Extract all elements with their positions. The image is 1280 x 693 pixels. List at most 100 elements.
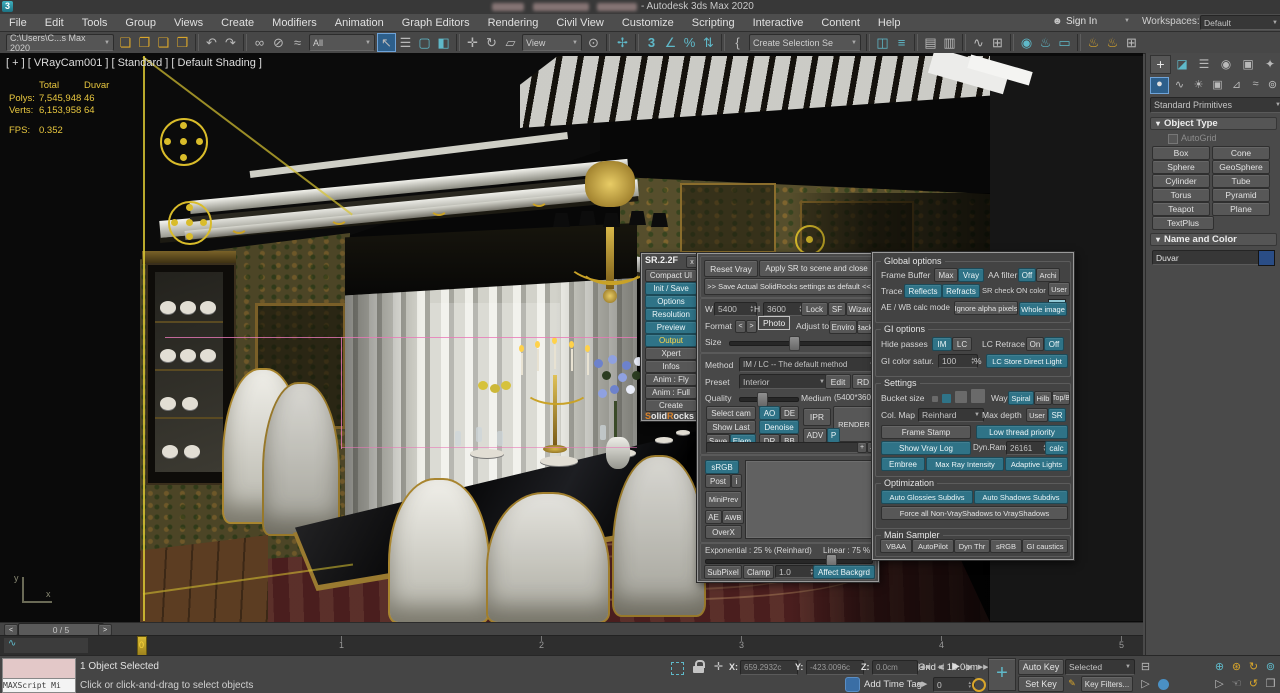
undo-icon[interactable]: ↶ <box>202 33 221 52</box>
quality-slider-handle[interactable] <box>757 392 768 407</box>
project-folder-dropdown[interactable]: C:\Users\C...s Max 2020 ▼ <box>6 34 114 51</box>
select-and-manipulate-icon[interactable]: ✢ <box>613 33 632 52</box>
auto-shadows-button[interactable]: Auto Shadows Subdivs <box>974 490 1068 504</box>
col-map-dropdown[interactable]: Reinhard▼ <box>918 408 984 422</box>
clamp-value-field[interactable]: 1.0▴▾ <box>775 565 817 578</box>
mirror-icon[interactable]: ◫ <box>873 33 892 52</box>
edit-named-selection-sets-icon[interactable]: { <box>728 33 747 52</box>
object-name-field[interactable]: Duvar <box>1152 250 1260 265</box>
sign-in-caret-icon[interactable]: ▼ <box>1124 18 1130 24</box>
next-frame-icon[interactable]: |▶ <box>963 660 975 675</box>
menu-interactive[interactable]: Interactive <box>744 17 813 29</box>
width-spinner[interactable]: ▴▾ <box>750 305 753 313</box>
reference-coordinate-dropdown[interactable]: View ▼ <box>522 34 582 51</box>
menu-tools[interactable]: Tools <box>73 17 117 29</box>
viewport-menu-plus[interactable]: [ + ] <box>6 57 25 69</box>
create-torus-button[interactable]: Torus <box>1152 188 1210 202</box>
category-systems-icon[interactable]: ⊚ <box>1264 78 1280 92</box>
tab-display[interactable]: ▣ <box>1239 57 1257 72</box>
post-button[interactable]: Post <box>705 474 731 488</box>
frame-spinner[interactable]: ▴▾ <box>968 681 971 689</box>
render-production-icon[interactable]: ♨ <box>1084 33 1103 52</box>
create-pyramid-button[interactable]: Pyramid <box>1212 188 1270 202</box>
max-depth-user-button[interactable]: User <box>1026 408 1048 422</box>
de-button[interactable]: DE <box>780 406 799 420</box>
title-bar[interactable]: 3 - Autodesk 3ds Max 2020 <box>0 0 1280 14</box>
dyn-thr-button[interactable]: Dyn Thr <box>954 539 990 553</box>
spinner-snap-icon[interactable]: ⇅ <box>699 33 718 52</box>
ao-button[interactable]: AO <box>759 406 780 420</box>
format-prev-button[interactable]: < <box>735 320 746 333</box>
category-geometry-icon[interactable]: ● <box>1150 77 1169 94</box>
create-sphere-button[interactable]: Sphere <box>1152 160 1210 174</box>
ipr-button[interactable]: IPR <box>803 408 831 426</box>
calc-button[interactable]: calc <box>1045 441 1068 455</box>
gi-color-field[interactable]: 100▴▾ <box>938 354 978 368</box>
create-tube-button[interactable]: Tube <box>1212 174 1270 188</box>
hide-passes-lc-button[interactable]: LC <box>952 337 972 351</box>
key-filters-icon[interactable]: ✎ <box>1065 676 1079 691</box>
absolute-transform-icon[interactable]: ✛ <box>711 660 726 675</box>
menu-modifiers[interactable]: Modifiers <box>263 17 326 29</box>
add-time-tag-icon[interactable] <box>845 677 860 692</box>
key-filters-button[interactable]: Key Filters... <box>1081 676 1133 692</box>
create-geosphere-button[interactable]: GeoSphere <box>1212 160 1270 174</box>
max-ray-intensity-button[interactable]: Max Ray Intensity <box>926 457 1004 471</box>
rectangular-selection-region-icon[interactable]: ▢ <box>415 33 434 52</box>
category-spacewarps-icon[interactable]: ≈ <box>1247 78 1264 92</box>
max-depth-sr-button[interactable]: SR <box>1048 408 1066 422</box>
affect-backgrd-button[interactable]: Affect Backgrd <box>813 565 875 579</box>
snap-toggle-icon[interactable]: 3 <box>642 33 661 52</box>
miniprev-button[interactable]: MiniPrev <box>705 491 742 508</box>
orbit-icon[interactable]: ↺ <box>1246 677 1261 692</box>
force-vrayshadows-button[interactable]: Force all Non-VrayShadows to VrayShadows <box>881 506 1068 520</box>
clamp-button[interactable]: Clamp <box>743 565 774 579</box>
preset-dropdown[interactable]: Interior▼ <box>739 374 829 389</box>
object-type-rollout[interactable]: ▾ Object Type <box>1150 117 1277 130</box>
viewport-menu-standard[interactable]: [ Standard ] <box>111 57 168 69</box>
category-dropdown[interactable]: Standard Primitives ▼ <box>1150 97 1280 113</box>
adaptive-lights-button[interactable]: Adaptive Lights <box>1005 457 1068 471</box>
viewport-menu-camera[interactable]: [ VRayCam001 ] <box>28 57 109 69</box>
sr-preview-button[interactable]: Preview <box>645 321 697 334</box>
lc-retrace-off-button[interactable]: Off <box>1044 337 1064 351</box>
render-iterative-icon[interactable]: ♨ <box>1103 33 1122 52</box>
category-cameras-icon[interactable]: ▣ <box>1209 78 1226 92</box>
selection-filter-dropdown[interactable]: All ▼ <box>309 34 375 51</box>
curve-editor-icon[interactable]: ∿ <box>969 33 988 52</box>
x-coord-field[interactable]: 659.2932c <box>740 660 798 675</box>
save-file-icon[interactable]: ❑ <box>154 33 173 52</box>
size-slider[interactable] <box>729 341 873 346</box>
named-selection-set-dropdown[interactable]: Create Selection Se ▼ <box>749 34 861 51</box>
percent-snap-icon[interactable]: % <box>680 33 699 52</box>
use-center-icon[interactable]: ⊙ <box>584 33 603 52</box>
embree-button[interactable]: Embree <box>881 457 925 471</box>
unlink-selection-icon[interactable]: ⊘ <box>269 33 288 52</box>
method-dropdown[interactable]: IM / LC -- The default method▼ <box>739 357 879 372</box>
select-and-rotate-icon[interactable]: ↻ <box>482 33 501 52</box>
menu-animation[interactable]: Animation <box>326 17 393 29</box>
redo-icon[interactable]: ↷ <box>221 33 240 52</box>
tab-modify[interactable]: ◪ <box>1173 57 1191 72</box>
material-editor-icon[interactable]: ◉ <box>1017 33 1036 52</box>
tab-create[interactable]: + <box>1150 55 1171 74</box>
bind-to-space-warp-icon[interactable]: ≈ <box>288 33 307 52</box>
create-box-button[interactable]: Box <box>1152 146 1210 160</box>
reset-vray-button[interactable]: Reset Vray <box>704 260 758 277</box>
y-coord-field[interactable]: -423.0096c <box>806 660 864 675</box>
user-presence-icon[interactable] <box>1158 679 1169 690</box>
sr-options-button[interactable]: Options <box>645 295 697 308</box>
output-path-field[interactable] <box>706 442 862 453</box>
auto-glossies-button[interactable]: Auto Glossies Subdivs <box>881 490 973 504</box>
show-vray-log-button[interactable]: Show Vray Log <box>881 441 971 455</box>
aa-filter-archi-button[interactable]: Archi <box>1036 268 1060 282</box>
hide-passes-im-button[interactable]: IM <box>932 337 952 351</box>
previous-frame-icon[interactable]: ◀| <box>935 660 947 675</box>
open-file-icon[interactable]: ❐ <box>135 33 154 52</box>
zoom-all-icon[interactable]: ⊛ <box>1229 660 1244 675</box>
info-button[interactable]: i <box>731 474 742 488</box>
key-selection-dropdown[interactable]: Selected▼ <box>1065 659 1135 675</box>
auto-key-button[interactable]: Auto Key <box>1018 659 1064 675</box>
frame-stamp-button[interactable]: Frame Stamp <box>881 425 971 439</box>
add-time-tag-button[interactable]: Add Time Tag <box>864 679 922 690</box>
